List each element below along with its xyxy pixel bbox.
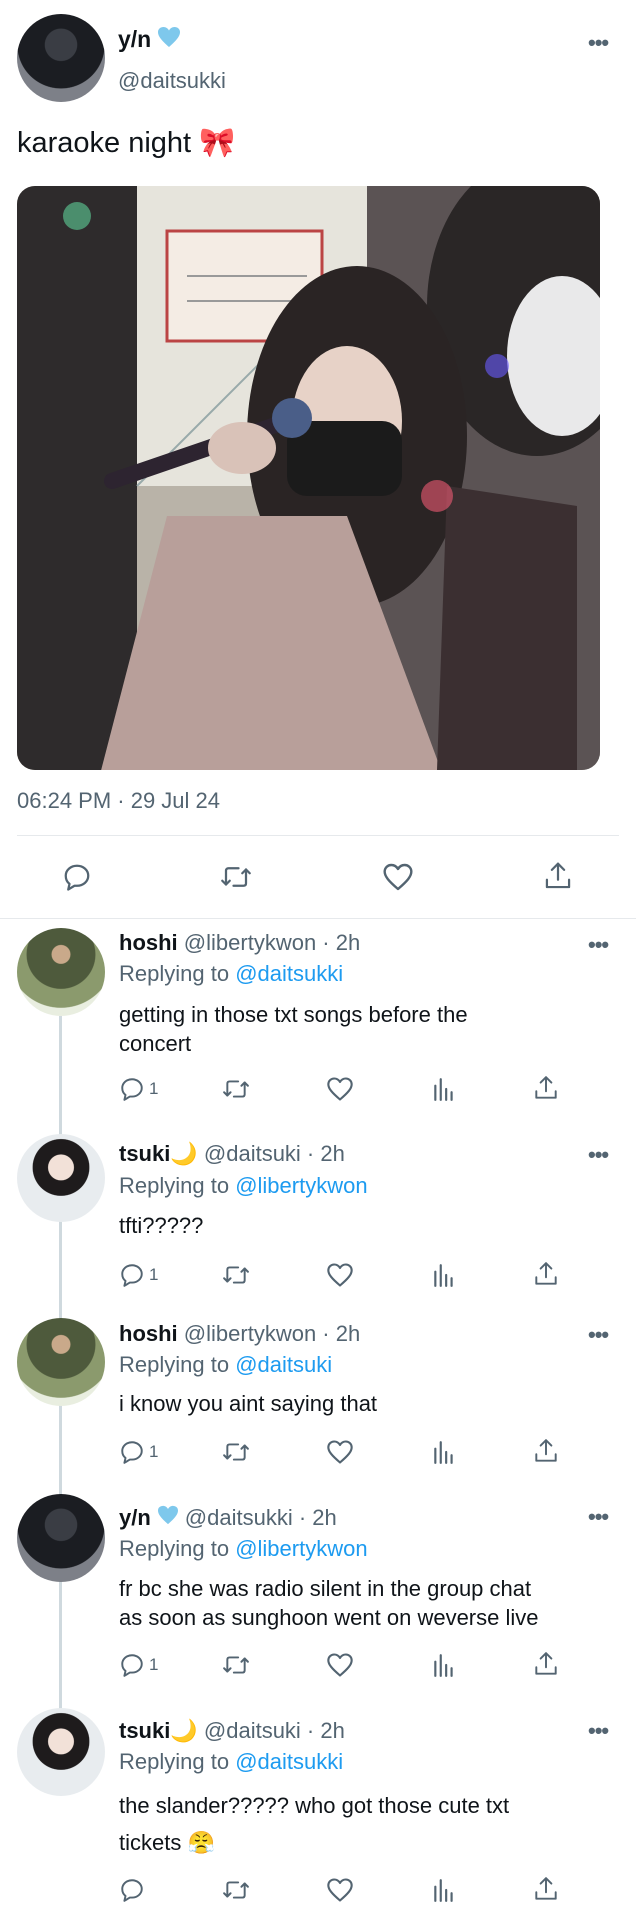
heart-icon[interactable] — [326, 1076, 354, 1102]
reply-handle-time[interactable]: @daitsukki · 2h — [185, 1505, 337, 1531]
reply-action-bar: 1 — [0, 1652, 636, 1682]
retweet-icon[interactable] — [221, 1262, 251, 1288]
replying-to: Replying to @libertykwon — [119, 1173, 368, 1198]
reply-count: 1 — [149, 1442, 159, 1461]
reply-action-bar — [0, 1877, 636, 1907]
reply-display-name[interactable]: y/n — [119, 1505, 151, 1531]
author-display-name[interactable]: y/n — [118, 26, 151, 53]
replying-to-link[interactable]: @libertykwon — [235, 1536, 367, 1561]
reply-avatar[interactable] — [17, 1318, 105, 1406]
reply-count: 1 — [149, 1265, 159, 1284]
tweet-timestamp[interactable]: 06:24 PM · 29 Jul 24 — [17, 788, 220, 814]
heart-icon[interactable] — [326, 1439, 354, 1465]
heart-icon[interactable] — [326, 1877, 354, 1903]
reply-avatar[interactable] — [17, 1708, 105, 1796]
replying-to: Replying to @daitsukki — [119, 961, 344, 986]
reply-header: tsuki🌙 @daitsuki · 2h — [119, 1141, 345, 1167]
retweet-icon[interactable] — [221, 1439, 251, 1465]
share-icon[interactable] — [543, 860, 573, 892]
replying-to: Replying to @libertykwon — [119, 1536, 368, 1561]
tweet-photo[interactable] — [17, 186, 600, 770]
retweet-icon[interactable] — [221, 1076, 251, 1102]
reply-count: 1 — [149, 1655, 159, 1674]
reply-text: fr bc she was radio silent in the group … — [119, 1576, 539, 1630]
verified-heart-icon — [157, 1505, 179, 1531]
author-avatar[interactable] — [17, 14, 105, 102]
views-icon[interactable] — [431, 1652, 457, 1678]
reply-action-bar: 1 — [0, 1262, 636, 1292]
reply-text: i know you aint saying that — [119, 1391, 378, 1416]
reply-icon[interactable] — [62, 862, 92, 892]
reply-avatar[interactable] — [17, 1134, 105, 1222]
views-icon[interactable] — [431, 1262, 457, 1288]
views-icon[interactable] — [431, 1439, 457, 1465]
reply-header: hoshi @libertykwon · 2h — [119, 1321, 360, 1347]
share-icon[interactable] — [533, 1437, 559, 1465]
verified-heart-icon — [157, 26, 181, 53]
replying-to-link[interactable]: @daitsukki — [235, 1749, 343, 1774]
reply-text: getting in those txt songs before the co… — [119, 1002, 468, 1056]
reply-handle-time[interactable]: @libertykwon · 2h — [184, 1321, 360, 1346]
more-options-icon[interactable]: ••• — [588, 1142, 609, 1168]
reply-display-name[interactable]: hoshi — [119, 930, 178, 955]
reply-handle-time[interactable]: @daitsuki · 2h — [204, 1141, 345, 1166]
heart-icon[interactable] — [382, 862, 414, 892]
retweet-icon[interactable] — [221, 1652, 251, 1678]
reply-avatar[interactable] — [17, 1494, 105, 1582]
author-name-row: y/n — [118, 26, 181, 53]
reply-text: the slander????? who got those cute txt … — [119, 1793, 510, 1855]
main-action-bar — [0, 858, 636, 898]
more-options-icon[interactable]: ••• — [588, 30, 609, 56]
more-options-icon[interactable]: ••• — [588, 1718, 609, 1744]
divider — [17, 835, 619, 836]
heart-icon[interactable] — [326, 1652, 354, 1678]
reply-avatar[interactable] — [17, 928, 105, 1016]
views-icon[interactable] — [431, 1877, 457, 1903]
replying-to-link[interactable]: @libertykwon — [235, 1173, 367, 1198]
replying-to: Replying to @daitsuki — [119, 1352, 333, 1377]
retweet-icon[interactable] — [219, 862, 253, 892]
more-options-icon[interactable]: ••• — [588, 1322, 609, 1348]
replying-to: Replying to @daitsukki — [119, 1749, 344, 1774]
heart-icon[interactable] — [326, 1262, 354, 1288]
reply-action-bar: 1 — [0, 1076, 636, 1106]
reply-icon[interactable] — [119, 1877, 149, 1903]
reply-display-name[interactable]: tsuki — [119, 1718, 170, 1743]
reply-icon[interactable]: 1 — [119, 1076, 158, 1102]
retweet-icon[interactable] — [221, 1877, 251, 1903]
reply-handle-time[interactable]: @libertykwon · 2h — [184, 930, 360, 955]
moon-emoji: 🌙 — [170, 1718, 198, 1743]
share-icon[interactable] — [533, 1650, 559, 1678]
reply-icon[interactable]: 1 — [119, 1262, 158, 1288]
karaoke-photo-illustration — [17, 186, 600, 770]
reply-display-name[interactable]: hoshi — [119, 1321, 178, 1346]
reply-header: tsuki🌙 @daitsuki · 2h — [119, 1718, 345, 1744]
share-icon[interactable] — [533, 1074, 559, 1102]
reply-icon[interactable]: 1 — [119, 1439, 158, 1465]
tweet-text: karaoke night 🎀 — [17, 127, 236, 159]
moon-emoji: 🌙 — [170, 1141, 198, 1166]
replying-to-link[interactable]: @daitsukki — [235, 961, 343, 986]
reply-action-bar: 1 — [0, 1439, 636, 1469]
reply-icon[interactable]: 1 — [119, 1652, 158, 1678]
reply-handle-time[interactable]: @daitsuki · 2h — [204, 1718, 345, 1743]
reply-count: 1 — [149, 1079, 159, 1098]
reply-header: y/n @daitsukki · 2h — [119, 1505, 337, 1531]
reply-text: tfti????? — [119, 1213, 204, 1238]
share-icon[interactable] — [533, 1260, 559, 1288]
views-icon[interactable] — [431, 1076, 457, 1102]
reply-display-name[interactable]: tsuki — [119, 1141, 170, 1166]
more-options-icon[interactable]: ••• — [588, 932, 609, 958]
divider — [0, 918, 636, 919]
reply-header: hoshi @libertykwon · 2h — [119, 930, 360, 956]
share-icon[interactable] — [533, 1875, 559, 1903]
replying-to-link[interactable]: @daitsuki — [235, 1352, 332, 1377]
author-handle[interactable]: @daitsukki — [118, 68, 226, 94]
more-options-icon[interactable]: ••• — [588, 1504, 609, 1530]
